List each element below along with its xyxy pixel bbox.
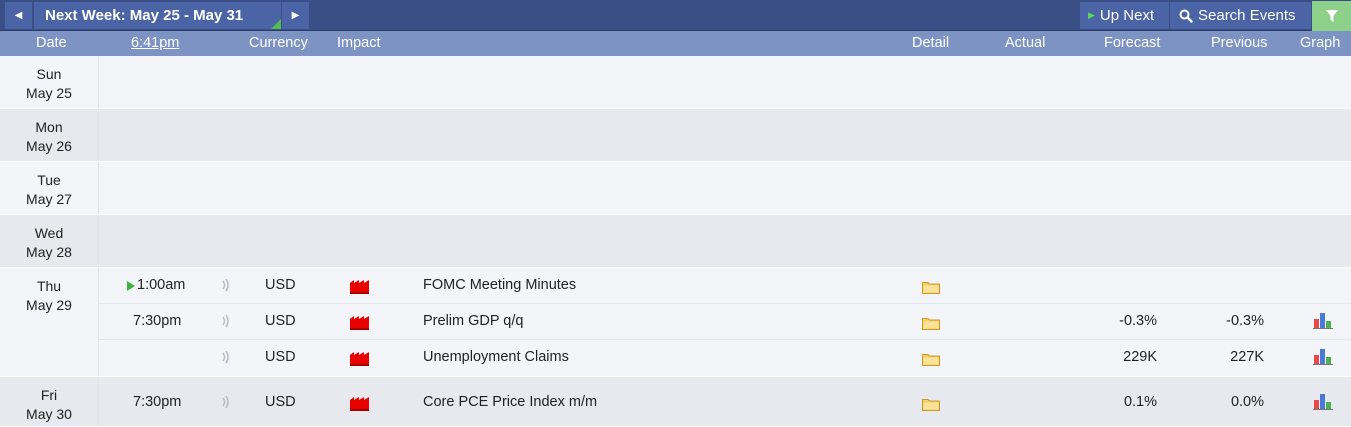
day-of-week: Mon [35,119,63,135]
day-row: Thu May 29 1:00am USD FOMC Meeting Minutes 7:… [0,268,1351,377]
day-of-week: Thu [36,278,62,294]
filter-button[interactable] [1312,1,1351,31]
day-of-week: Sun [36,66,62,82]
day-date: May 29 [26,297,72,313]
up-next-button[interactable]: ▶ Up Next [1080,2,1169,29]
filter-icon [1325,10,1338,22]
col-actual: Actual [1005,35,1046,51]
day-row: Tue May 27 [0,162,1351,215]
day-row: Fri May 30 7:30pm USD Core PCE Price Index m… [0,377,1351,427]
event-row[interactable]: USD Unemployment Claims 229K 227K [99,340,1351,376]
date-cell: Tue May 27 [0,162,99,214]
col-previous: Previous [1211,35,1268,51]
event-row[interactable]: 7:30pm USD Core PCE Price Index m/m 0.1% 0.0… [99,377,1351,426]
event-forecast: 0.1% [1123,394,1157,410]
search-events-button[interactable]: Search Events [1170,2,1311,29]
day-row: Mon May 26 [0,109,1351,162]
event-time: 1:00am [137,277,186,293]
up-next-label: Up Next [1099,7,1155,24]
week-label: Next Week: May 25 - May 31 [45,7,244,24]
prev-week-button[interactable]: ◀ [5,2,32,29]
event-name[interactable]: FOMC Meeting Minutes [423,277,576,293]
day-events: 1:00am USD FOMC Meeting Minutes 7:30pm USD Pr… [99,268,1351,376]
event-name[interactable]: Core PCE Price Index m/m [423,394,597,410]
folder-icon[interactable] [922,398,940,411]
day-row: Wed May 28 [0,215,1351,268]
bar-chart-icon[interactable] [1313,312,1333,329]
current-time-link[interactable]: 6:41pm [131,35,179,51]
day-events: 7:30pm USD Core PCE Price Index m/m 0.1% 0.0… [99,377,1351,426]
sound-alert-icon[interactable] [221,395,231,409]
col-forecast: Forecast [1104,35,1161,51]
bar-chart-icon[interactable] [1313,348,1333,365]
day-of-week: Fri [40,387,58,403]
week-selector[interactable]: Next Week: May 25 - May 31 [34,2,281,29]
high-impact-icon [350,316,369,330]
day-events [99,109,1351,161]
event-name[interactable]: Unemployment Claims [423,349,569,365]
event-currency: USD [265,349,296,365]
folder-icon[interactable] [922,317,940,330]
event-currency: USD [265,277,296,293]
day-of-week: Tue [37,172,61,188]
event-name[interactable]: Prelim GDP q/q [423,313,523,329]
day-date: May 25 [26,85,72,101]
sound-alert-icon[interactable] [221,314,231,328]
event-time: 7:30pm [133,394,182,410]
event-row[interactable]: 7:30pm USD Prelim GDP q/q -0.3% -0.3% [99,304,1351,340]
arrow-left-icon: ◀ [14,10,23,21]
up-next-marker-icon [127,281,135,291]
folder-icon[interactable] [922,353,940,366]
date-cell: Sun May 25 [0,56,99,108]
event-previous: -0.3% [1226,313,1264,329]
bar-chart-icon[interactable] [1313,393,1333,410]
search-events-label: Search Events [1198,7,1296,24]
col-graph: Graph [1300,35,1341,51]
event-previous: 227K [1230,349,1264,365]
date-cell: Thu May 29 [0,268,99,376]
col-detail: Detail [912,35,950,51]
folder-icon[interactable] [922,281,940,294]
col-date: Date [36,35,67,51]
day-events [99,162,1351,214]
col-impact: Impact [337,35,381,51]
event-time: 7:30pm [133,313,182,329]
day-date: May 26 [26,138,72,154]
arrow-right-icon: ▶ [291,10,300,21]
next-week-button[interactable]: ▶ [282,2,309,29]
day-date: May 27 [26,191,72,207]
event-row[interactable]: 1:00am USD FOMC Meeting Minutes [99,268,1351,304]
event-currency: USD [265,394,296,410]
day-events [99,215,1351,267]
day-date: May 30 [26,406,72,422]
search-icon [1179,9,1193,23]
calendar-toolbar: ◀ Next Week: May 25 - May 31 ▶ ▶ Up Next… [0,0,1351,31]
event-forecast: -0.3% [1119,313,1157,329]
day-row: Sun May 25 [0,56,1351,109]
high-impact-icon [350,352,369,366]
sound-alert-icon[interactable] [221,278,231,292]
corner-marker-icon [271,19,281,29]
date-cell: Fri May 30 [0,377,99,426]
day-events [99,56,1351,108]
event-previous: 0.0% [1230,394,1264,410]
event-forecast: 229K [1123,349,1157,365]
play-icon: ▶ [1088,10,1095,20]
date-cell: Wed May 28 [0,215,99,267]
sound-alert-icon[interactable] [221,350,231,364]
col-currency: Currency [249,35,308,51]
high-impact-icon [350,397,369,411]
column-header: Date 6:41pm Currency Impact Detail Actua… [0,31,1351,56]
calendar-table: Sun May 25 Mon May 26 Tue May 27 Wed May 28 Thu M… [0,56,1351,427]
date-cell: Mon May 26 [0,109,99,161]
high-impact-icon [350,280,369,294]
day-of-week: Wed [34,225,64,241]
day-date: May 28 [26,244,72,260]
event-currency: USD [265,313,296,329]
